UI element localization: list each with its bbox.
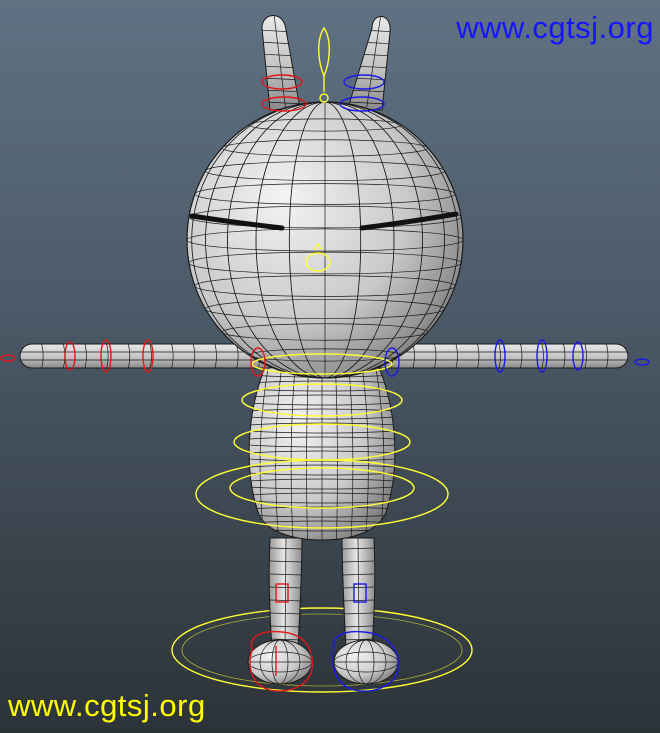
watermark-top-right: www.cgtsj.org xyxy=(456,10,654,45)
3d-viewport[interactable] xyxy=(0,0,660,733)
head-top-control xyxy=(318,26,330,78)
right-hand-control xyxy=(634,358,650,366)
ground-control-ring[interactable] xyxy=(171,607,473,693)
left-hand-control xyxy=(0,354,16,362)
right-ear xyxy=(347,16,391,111)
left-ear xyxy=(261,15,301,111)
watermark-bottom-left: www.cgtsj.org xyxy=(8,688,206,723)
